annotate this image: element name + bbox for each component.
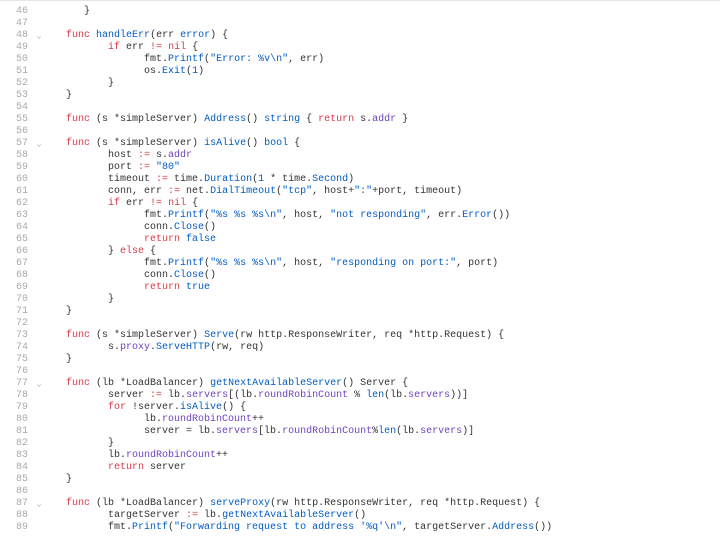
code-line[interactable]: 55 func (s *simpleServer) Address() stri… [0,113,720,125]
code-line[interactable]: 71 } [0,305,720,317]
code-line[interactable]: 77⌄ func (lb *LoadBalancer) getNextAvail… [0,377,720,389]
code-line[interactable]: 53 } [0,89,720,101]
code-line[interactable]: 88 targetServer := lb.getNextAvailableSe… [0,509,720,521]
code-line[interactable]: 89 fmt.Printf("Forwarding request to add… [0,521,720,533]
code-line[interactable]: 62 if err != nil { [0,197,720,209]
code-line[interactable]: 72 [0,317,720,329]
fold-toggle-icon[interactable]: ⌄ [32,497,46,511]
fold-toggle-icon[interactable]: ⌄ [32,137,46,151]
code-line[interactable]: 80 lb.roundRobinCount++ [0,413,720,425]
code-line[interactable]: 75 } [0,353,720,365]
line-number: 89 [0,521,32,535]
code-line[interactable]: 49 if err != nil { [0,41,720,53]
code-line[interactable]: 74 s.proxy.ServeHTTP(rw, req) [0,341,720,353]
code-line[interactable]: 85 } [0,473,720,485]
code-line[interactable]: 67 fmt.Printf("%s %s %s\n", host, "respo… [0,257,720,269]
code-line[interactable]: 82 } [0,437,720,449]
code-line[interactable]: 52 } [0,77,720,89]
code-line[interactable]: 66 } else { [0,245,720,257]
code-line[interactable]: 58 host := s.addr [0,149,720,161]
code-line[interactable]: 56 [0,125,720,137]
code-line[interactable]: 51 os.Exit(1) [0,65,720,77]
code-line[interactable]: 61 conn, err := net.DialTimeout("tcp", h… [0,185,720,197]
code-editor[interactable]: 46 }4748⌄ func handleErr(err error) {49 … [0,0,720,533]
fold-toggle-icon[interactable]: ⌄ [32,29,46,43]
code-line[interactable]: 70 } [0,293,720,305]
code-line[interactable]: 50 fmt.Printf("Error: %v\n", err) [0,53,720,65]
code-line[interactable]: 48⌄ func handleErr(err error) { [0,29,720,41]
code-content[interactable]: fmt.Printf("Forwarding request to addres… [46,521,720,535]
code-line[interactable]: 57⌄ func (s *simpleServer) isAlive() boo… [0,137,720,149]
code-line[interactable]: 46 } [0,5,720,17]
code-line[interactable]: 81 server = lb.servers[lb.roundRobinCoun… [0,425,720,437]
code-line[interactable]: 64 conn.Close() [0,221,720,233]
code-line[interactable]: 73 func (s *simpleServer) Serve(rw http.… [0,329,720,341]
code-line[interactable]: 59 port := "80" [0,161,720,173]
code-line[interactable]: 83 lb.roundRobinCount++ [0,449,720,461]
code-line[interactable]: 63 fmt.Printf("%s %s %s\n", host, "not r… [0,209,720,221]
code-line[interactable]: 47 [0,17,720,29]
code-line[interactable]: 54 [0,101,720,113]
code-line[interactable]: 84 return server [0,461,720,473]
code-line[interactable]: 65 return false [0,233,720,245]
code-line[interactable]: 76 [0,365,720,377]
fold-toggle-icon[interactable]: ⌄ [32,377,46,391]
code-line[interactable]: 86 [0,485,720,497]
code-line[interactable]: 69 return true [0,281,720,293]
code-line[interactable]: 78 server := lb.servers[(lb.roundRobinCo… [0,389,720,401]
code-line[interactable]: 68 conn.Close() [0,269,720,281]
code-line[interactable]: 60 timeout := time.Duration(1 * time.Sec… [0,173,720,185]
code-line[interactable]: 87⌄ func (lb *LoadBalancer) serveProxy(r… [0,497,720,509]
code-line[interactable]: 79 for !server.isAlive() { [0,401,720,413]
